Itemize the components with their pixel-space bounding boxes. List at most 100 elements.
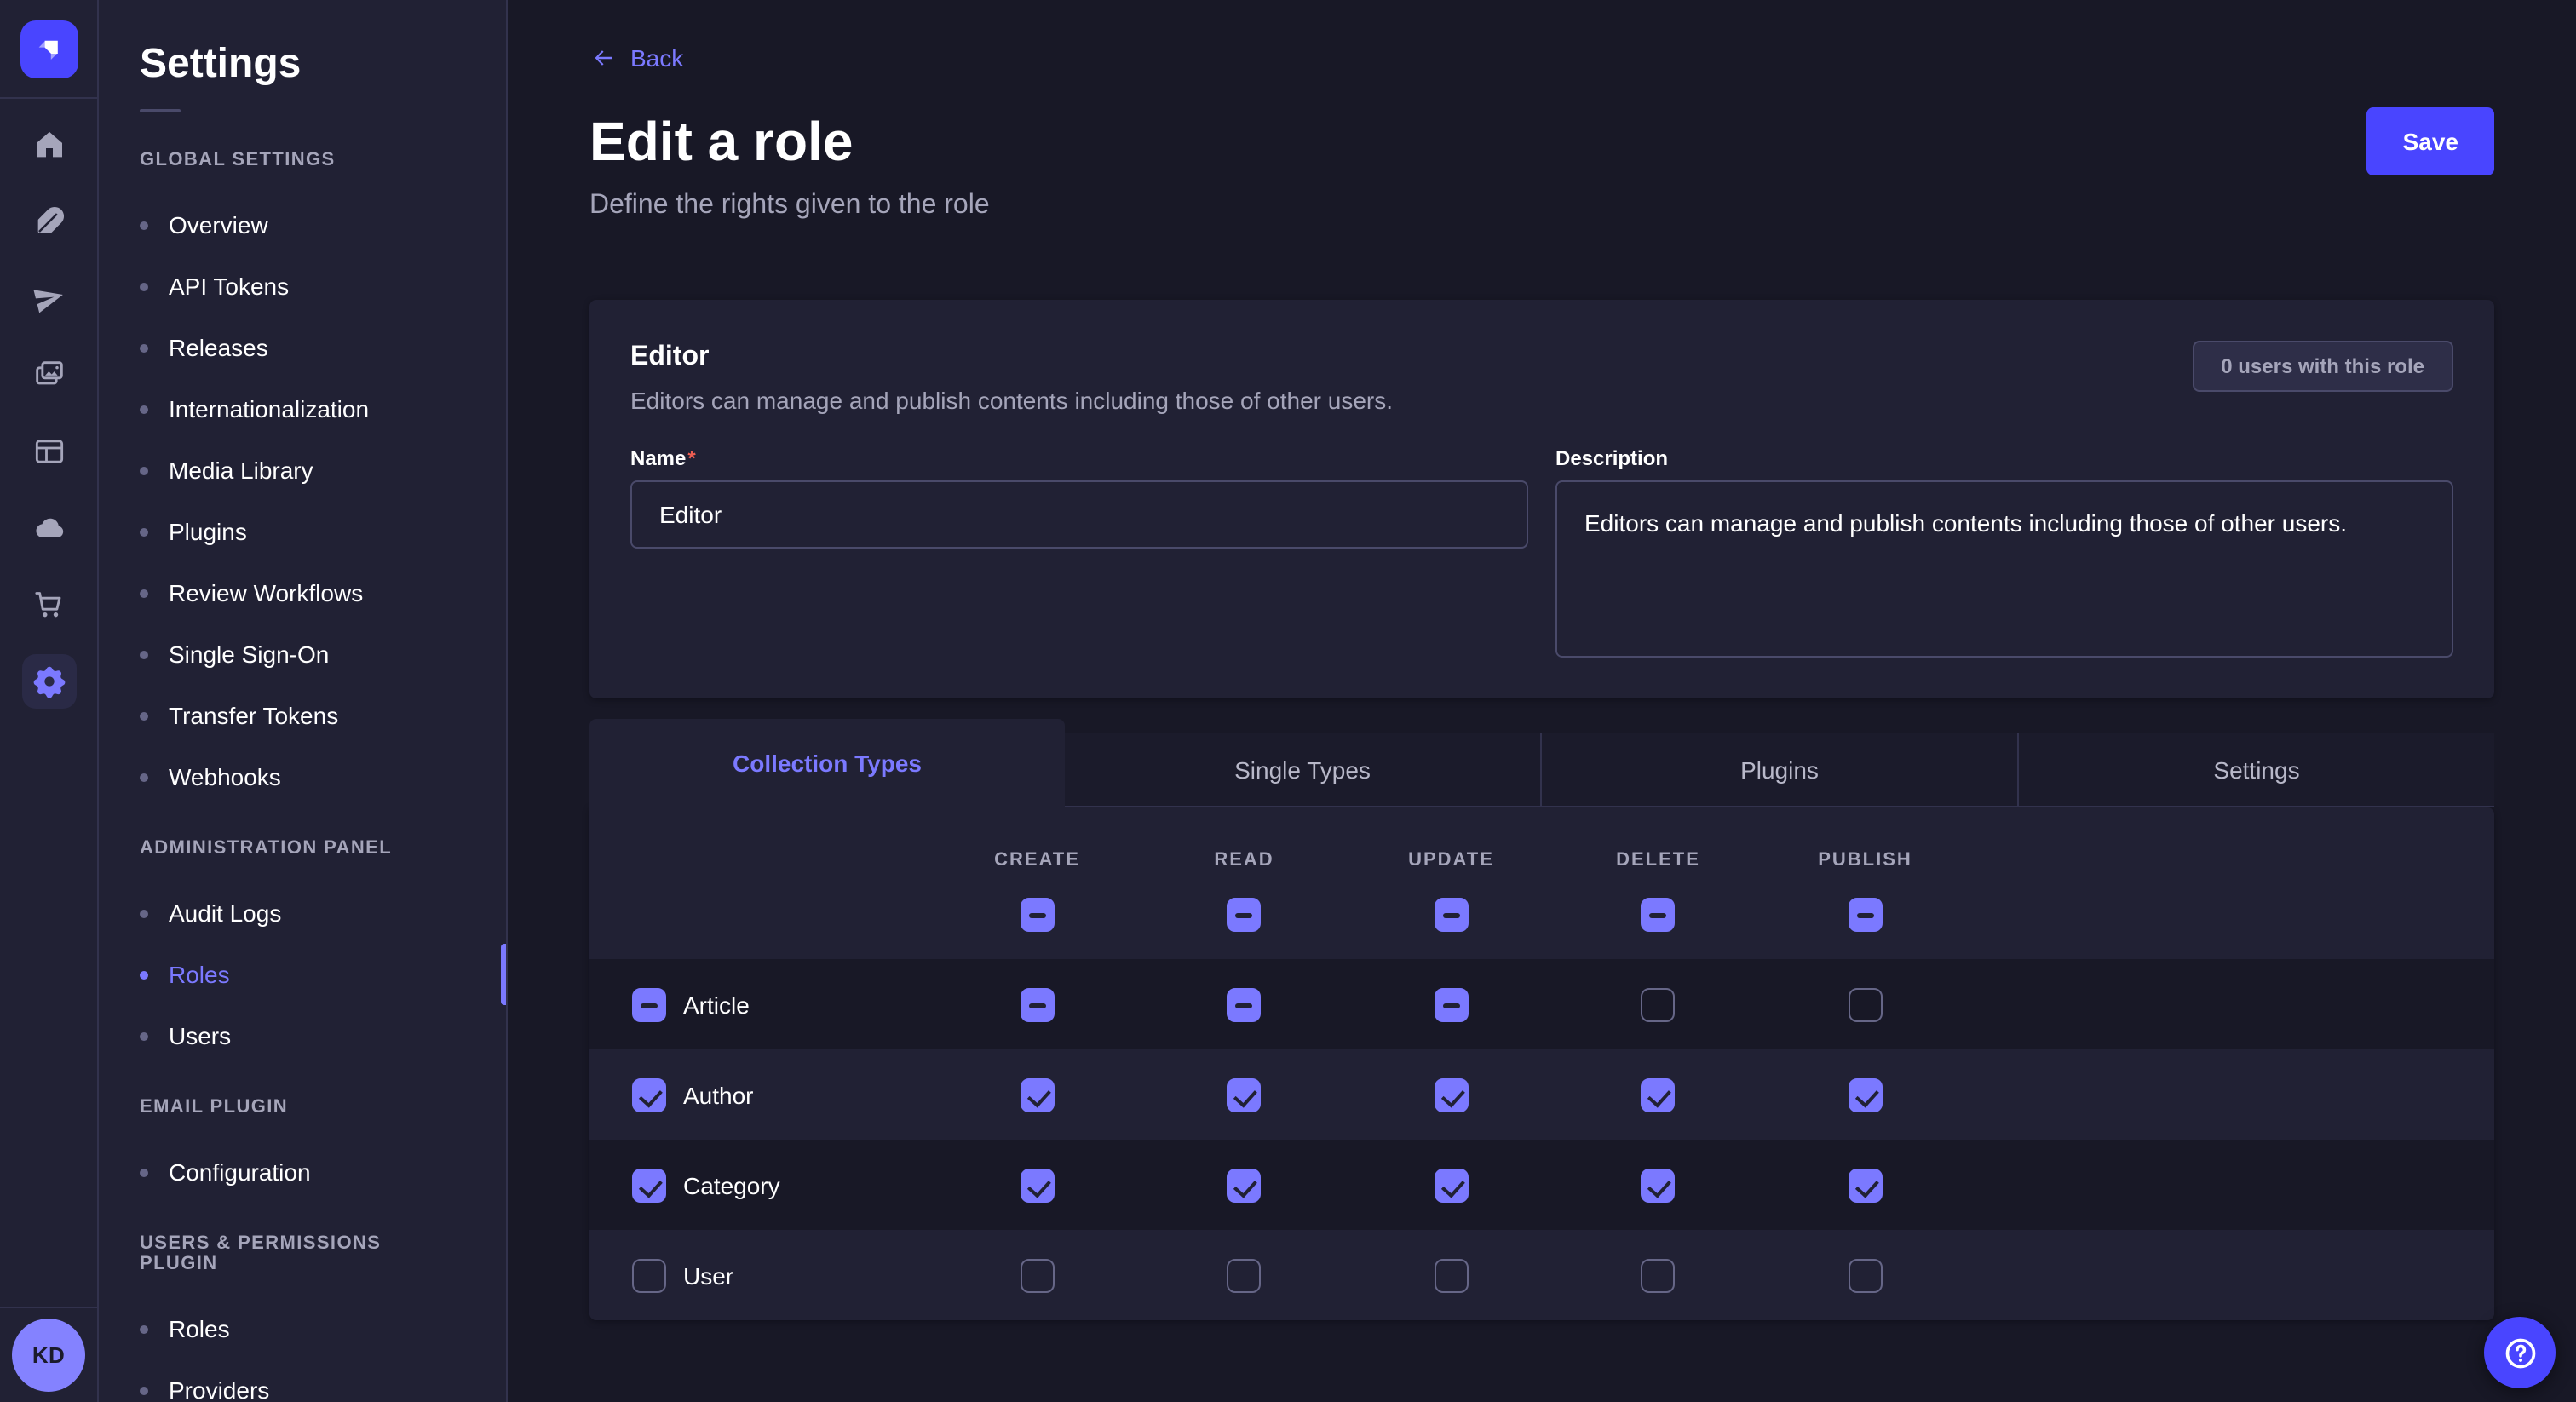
subnav-item-label: Roles [169,957,230,991]
column-header-label: DELETE [1616,852,1700,871]
bullet-icon [140,1324,148,1333]
rail-item-paper-plane-icon[interactable] [21,271,76,325]
help-button[interactable] [2484,1317,2556,1388]
bullet-icon [140,1386,148,1394]
rail-item-home-icon[interactable] [21,118,76,172]
name-input[interactable] [630,480,1528,549]
category-create-checkbox[interactable] [1021,1168,1055,1202]
subnav-section-header: ADMINISTRATION PANEL [140,838,465,859]
row-label: Article [683,991,750,1018]
cell-category-update [1348,1168,1555,1202]
description-textarea[interactable]: Editors can manage and publish contents … [1555,480,2453,658]
tab-collection-types[interactable]: Collection Types [589,719,1065,807]
row-checkbox-article[interactable] [632,987,666,1021]
cell-category-delete [1555,1168,1762,1202]
subnav-item-review-workflows[interactable]: Review Workflows [99,562,506,623]
save-button[interactable]: Save [2367,107,2494,175]
article-update-checkbox[interactable] [1435,987,1469,1021]
article-publish-checkbox[interactable] [1849,987,1883,1021]
rail-item-feather-icon[interactable] [21,194,76,249]
author-update-checkbox[interactable] [1435,1077,1469,1112]
cell-article-publish [1762,987,1969,1021]
subnav-item-media-library[interactable]: Media Library [99,440,506,501]
images-icon [32,358,66,392]
subnav-item-label: Overview [169,208,268,242]
subnav-item-roles[interactable]: Roles [99,944,506,1005]
subnav-item-overview[interactable]: Overview [99,194,506,256]
user-create-checkbox[interactable] [1021,1258,1055,1292]
arrow-left-icon [589,44,617,72]
avatar[interactable]: KD [12,1319,85,1392]
select-all-create-checkbox[interactable] [1021,898,1055,932]
subnav-item-transfer-tokens[interactable]: Transfer Tokens [99,685,506,746]
category-delete-checkbox[interactable] [1642,1168,1676,1202]
rail-item-cloud-icon[interactable] [21,501,76,555]
rail-item-gear-icon[interactable] [21,654,76,709]
column-header-label: READ [1214,852,1274,871]
subnav-item-internationalization[interactable]: Internationalization [99,378,506,440]
select-all-publish-checkbox[interactable] [1849,898,1883,932]
select-all-delete-checkbox[interactable] [1642,898,1676,932]
user-publish-checkbox[interactable] [1849,1258,1883,1292]
role-fields: Name* Description Editors can manage and… [630,446,2453,658]
author-delete-checkbox[interactable] [1642,1077,1676,1112]
row-checkbox-category[interactable] [632,1168,666,1202]
users-with-role-badge[interactable]: 0 users with this role [2192,341,2453,392]
cell-user-create [934,1258,1141,1292]
subnav-item-releases[interactable]: Releases [99,317,506,378]
author-publish-checkbox[interactable] [1849,1077,1883,1112]
subnav-item-plugins[interactable]: Plugins [99,501,506,562]
subnav-section-header: GLOBAL SETTINGS [140,150,465,170]
permission-row-user: User [589,1230,2494,1320]
select-all-read-checkbox[interactable] [1228,898,1262,932]
subnav-item-webhooks[interactable]: Webhooks [99,746,506,807]
row-label: Author [683,1081,754,1108]
author-read-checkbox[interactable] [1228,1077,1262,1112]
subnav-item-audit-logs[interactable]: Audit Logs [99,882,506,944]
cell-author-publish [1762,1077,1969,1112]
subnav-item-api-tokens[interactable]: API Tokens [99,256,506,317]
bullet-icon [140,711,148,720]
rail-item-cart-icon[interactable] [21,577,76,632]
permissions-column-delete: DELETE [1555,852,1762,932]
subnav-item-users[interactable]: Users [99,1005,506,1066]
article-read-checkbox[interactable] [1228,987,1262,1021]
subnav-item-single-sign-on[interactable]: Single Sign-On [99,623,506,685]
subnav-item-label: Single Sign-On [169,637,329,671]
user-update-checkbox[interactable] [1435,1258,1469,1292]
required-asterisk: * [687,446,695,470]
article-create-checkbox[interactable] [1021,987,1055,1021]
permissions-section: Collection TypesSingle TypesPluginsSetti… [589,719,2494,1320]
back-link[interactable]: Back [589,44,683,72]
cell-author-delete [1555,1077,1762,1112]
select-all-update-checkbox[interactable] [1435,898,1469,932]
settings-subnav: Settings GLOBAL SETTINGSOverviewAPI Toke… [99,0,508,1402]
strapi-logo[interactable] [20,20,78,78]
tab-settings[interactable]: Settings [2017,733,2494,807]
subnav-item-configuration[interactable]: Configuration [99,1141,506,1203]
tab-single-types[interactable]: Single Types [1065,733,1540,807]
subnav-item-providers[interactable]: Providers [99,1359,506,1402]
tab-plugins[interactable]: Plugins [1540,733,2017,807]
name-field-group: Name* [630,446,1528,658]
page-subtitle: Define the rights given to the role [589,187,2494,225]
paper-plane-icon [32,281,66,315]
user-delete-checkbox[interactable] [1642,1258,1676,1292]
row-checkbox-user[interactable] [632,1258,666,1292]
cell-user-publish [1762,1258,1969,1292]
user-read-checkbox[interactable] [1228,1258,1262,1292]
article-delete-checkbox[interactable] [1642,987,1676,1021]
role-card-headings: Editor Editors can manage and publish co… [630,341,1393,416]
subnav-item-roles[interactable]: Roles [99,1298,506,1359]
rail-item-layout-icon[interactable] [21,424,76,479]
category-publish-checkbox[interactable] [1849,1168,1883,1202]
main-content: Back Edit a role Save Define the rights … [508,0,2576,1402]
category-update-checkbox[interactable] [1435,1168,1469,1202]
permissions-header: CREATEREADUPDATEDELETEPUBLISH [589,807,2494,959]
category-read-checkbox[interactable] [1228,1168,1262,1202]
subnav-item-label: Review Workflows [169,576,363,610]
author-create-checkbox[interactable] [1021,1077,1055,1112]
rail-item-images-icon[interactable] [21,348,76,402]
row-checkbox-author[interactable] [632,1077,666,1112]
bullet-icon [140,1031,148,1040]
